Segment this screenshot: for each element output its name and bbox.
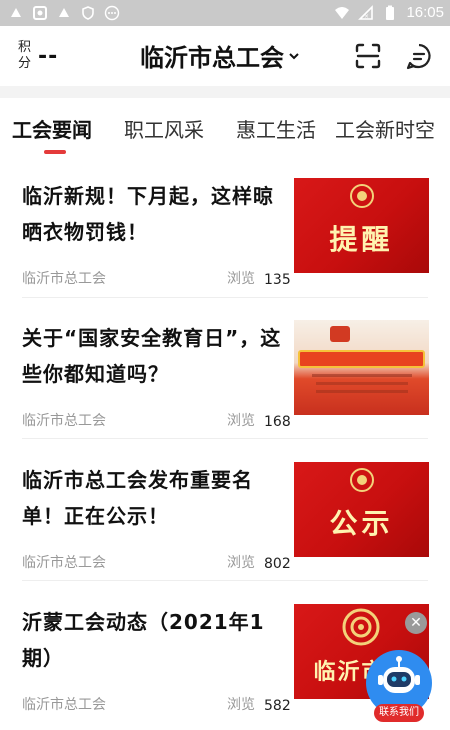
points-value: -- — [38, 44, 59, 69]
news-thumbnail — [294, 320, 429, 415]
union-emblem-icon — [350, 468, 374, 492]
list-divider — [22, 438, 428, 439]
scan-icon[interactable] — [353, 41, 383, 71]
points-label: 积分 — [18, 40, 32, 71]
message-icon[interactable] — [404, 41, 434, 71]
notification-icons — [8, 5, 120, 21]
app-header: 积分 -- 临沂市总工会 — [0, 26, 450, 86]
contact-us-button[interactable]: 联系我们 — [366, 650, 432, 722]
tab-benefit-life[interactable]: 惠工生活 — [236, 114, 316, 143]
banner-line — [316, 382, 408, 385]
views-label: 浏览 — [227, 271, 255, 287]
news-item[interactable]: 临沂新规！下月起，这样晾晒衣物罚钱！ 临沂市总工会 浏览 135 提醒 — [22, 178, 432, 294]
views-label: 浏览 — [227, 697, 255, 713]
battery-icon — [386, 5, 395, 20]
union-emblem-icon — [350, 184, 374, 208]
robot-icon — [378, 656, 420, 693]
views-count: 802 — [264, 556, 291, 572]
news-source: 临沂市总工会 — [22, 697, 106, 713]
list-divider — [22, 580, 428, 581]
category-tabs: 工会要闻 职工风采 惠工生活 工会新时空 — [0, 98, 450, 158]
views-count: 135 — [264, 272, 291, 288]
news-title: 关于“国家安全教育日”，这些你都知道吗？ — [22, 326, 282, 386]
news-source: 临沂市总工会 — [22, 413, 106, 429]
contact-us-label: 联系我们 — [374, 704, 424, 722]
tab-worker-style[interactable]: 职工风采 — [124, 114, 204, 143]
points-widget[interactable]: 积分 -- — [16, 40, 76, 76]
active-tab-indicator — [44, 150, 66, 154]
status-bar: × 16:05 — [0, 0, 450, 26]
chevron-down-icon — [289, 52, 299, 59]
news-thumbnail: 公示 — [294, 462, 429, 557]
system-indicators: × 16:05 — [334, 4, 444, 21]
more-icon — [104, 5, 120, 21]
thumbnail-caption: 提醒 — [329, 223, 394, 256]
news-item[interactable]: 关于“国家安全教育日”，这些你都知道吗？ 临沂市总工会 浏览 168 — [22, 320, 432, 436]
banner-strip — [298, 350, 425, 368]
views-count: 168 — [264, 414, 291, 430]
city-name: 临沂市总工会 — [140, 44, 284, 72]
news-source: 临沂市总工会 — [22, 271, 106, 287]
views-count: 582 — [264, 698, 291, 714]
close-floating-button[interactable]: ✕ — [405, 612, 427, 634]
signal-icon: × — [358, 4, 374, 20]
thumbnail-caption: 公示 — [329, 507, 394, 540]
views-label: 浏览 — [227, 413, 255, 429]
news-thumbnail: 提醒 — [294, 178, 429, 273]
news-source: 临沂市总工会 — [22, 555, 106, 571]
tab-union-news[interactable]: 工会要闻 — [12, 114, 92, 143]
city-selector[interactable]: 临沂市总工会 — [140, 38, 301, 73]
news-item[interactable]: 临沂市总工会发布重要名单！正在公示！ 临沂市总工会 浏览 802 公示 — [22, 462, 432, 578]
android-robot-icon — [59, 8, 69, 17]
header-separator — [0, 86, 450, 98]
tab-union-new-era[interactable]: 工会新时空 — [335, 114, 435, 143]
date-badge — [330, 326, 350, 342]
shield-icon — [82, 6, 94, 20]
union-emblem-icon — [342, 608, 380, 646]
banner-line — [312, 374, 412, 377]
views-label: 浏览 — [227, 555, 255, 571]
app-icon — [33, 6, 47, 20]
android-robot-icon — [11, 8, 21, 17]
svg-text:×: × — [364, 13, 369, 20]
news-title: 临沂市总工会发布重要名单！正在公示！ — [22, 468, 253, 528]
status-time: 16:05 — [406, 4, 444, 21]
news-title: 沂蒙工会动态（2021年1期） — [22, 610, 265, 670]
news-title: 临沂新规！下月起，这样晾晒衣物罚钱！ — [22, 184, 274, 244]
banner-line — [316, 390, 408, 393]
list-divider — [22, 297, 428, 298]
wifi-icon — [335, 6, 350, 19]
